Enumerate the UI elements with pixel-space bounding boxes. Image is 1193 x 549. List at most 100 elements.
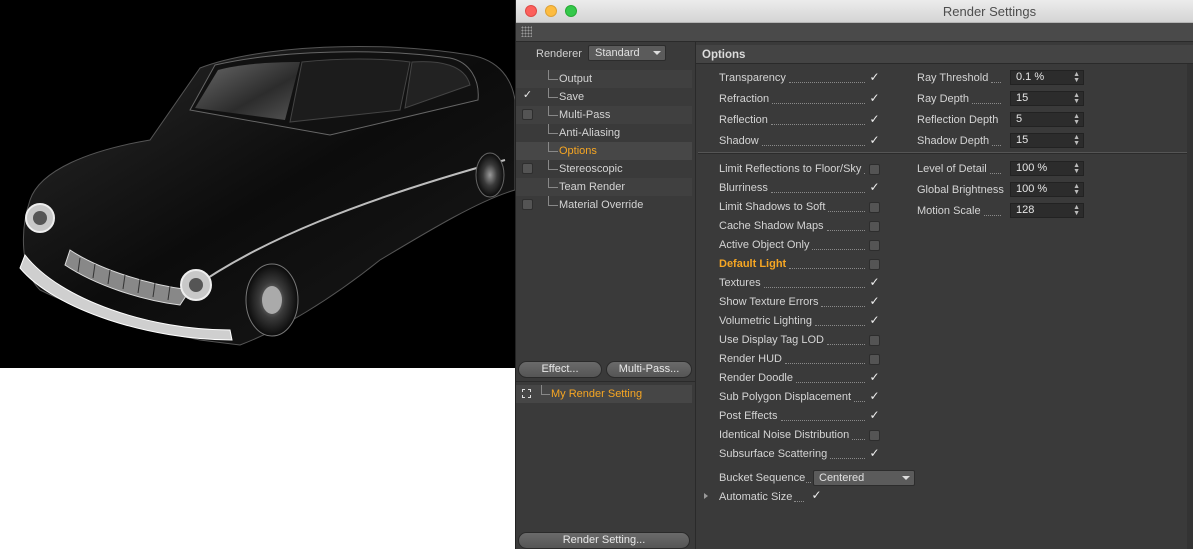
render-settings-window: Render Settings Renderer Standard Output… (515, 0, 1193, 549)
volumetric-lighting-checkbox[interactable]: ✓ (869, 314, 880, 327)
dot-leader (771, 123, 865, 125)
bucket-sequence-label: Bucket Sequence (719, 472, 806, 484)
shadow-checkbox[interactable]: ✓ (869, 134, 880, 147)
dot-leader (828, 210, 865, 212)
transparency-checkbox[interactable]: ✓ (869, 71, 880, 84)
dot-leader (827, 229, 865, 231)
tree-connector (548, 88, 558, 98)
ray-threshold-field[interactable]: 0.1 % ▲ ▼ (1010, 70, 1084, 85)
cache-shadow-maps-checkbox[interactable] (869, 221, 880, 232)
shadow-depth-field[interactable]: 15 ▲ ▼ (1010, 133, 1084, 148)
render-doodle-checkbox[interactable]: ✓ (869, 371, 880, 384)
render-setting-item[interactable]: My Render Setting (516, 385, 692, 403)
post-effects-label: Post Effects (719, 410, 778, 422)
stepper-arrows-icon[interactable]: ▲ ▼ (1073, 71, 1080, 84)
reflection-depth-field[interactable]: 5 ▲ ▼ (1010, 112, 1084, 127)
dot-leader (815, 324, 865, 326)
stepper-arrows-icon[interactable]: ▲ ▼ (1073, 183, 1080, 196)
chevron-down-icon (902, 476, 910, 480)
identical-noise-distribution-label: Identical Noise Distribution (719, 429, 850, 441)
options-header: Options (696, 45, 1193, 64)
render-hud-label: Render HUD (719, 353, 782, 365)
reflection-checkbox[interactable]: ✓ (869, 113, 880, 126)
divider (516, 381, 695, 382)
stepper-arrows-icon[interactable]: ▲ ▼ (1073, 204, 1080, 217)
dot-leader (990, 172, 1001, 174)
dot-leader (785, 362, 865, 364)
sidebar-item-checkbox[interactable] (522, 199, 533, 210)
stepper-arrows-icon[interactable]: ▲ ▼ (1073, 162, 1080, 175)
subsurface-scattering-checkbox[interactable]: ✓ (869, 447, 880, 460)
tree-connector (548, 124, 558, 134)
ray-threshold-value: 0.1 % (1016, 71, 1045, 83)
stepper-arrows-icon[interactable]: ▲ ▼ (1073, 113, 1080, 126)
sidebar-item-multi-pass[interactable]: Multi-Pass (516, 106, 692, 124)
dot-leader (762, 144, 865, 146)
effect-button[interactable]: Effect... (518, 361, 602, 378)
expand-arrow-icon[interactable] (704, 493, 708, 499)
stepper-arrows-icon[interactable]: ▲ ▼ (1073, 134, 1080, 147)
sidebar-item-checkbox[interactable]: ✓ (522, 90, 533, 102)
level-of-detail-label: Level of Detail (917, 163, 987, 175)
tree-connector (548, 106, 558, 116)
sidebar-item-label: Options (559, 145, 597, 157)
tree-connector (548, 178, 558, 188)
title-bar[interactable]: Render Settings (516, 0, 1193, 23)
dot-leader (794, 500, 804, 502)
ray-depth-value: 15 (1016, 92, 1029, 104)
sidebar-item-stereoscopic[interactable]: Stereoscopic (516, 160, 692, 178)
multi-pass-button[interactable]: Multi-Pass... (606, 361, 692, 378)
sidebar-item-team-render[interactable]: Team Render (516, 178, 692, 196)
tree-connector (548, 142, 558, 152)
level-of-detail-field[interactable]: 100 % ▲ ▼ (1010, 161, 1084, 176)
volumetric-lighting-label: Volumetric Lighting (719, 315, 812, 327)
limit-reflections-to-floor-sky-checkbox[interactable] (869, 164, 880, 175)
tree-connector (548, 70, 558, 80)
dot-leader (806, 481, 811, 483)
motion-scale-field[interactable]: 128 ▲ ▼ (1010, 203, 1084, 218)
sub-polygon-displacement-checkbox[interactable]: ✓ (869, 390, 880, 403)
dot-leader (830, 457, 865, 459)
textures-checkbox[interactable]: ✓ (869, 276, 880, 289)
sidebar-item-checkbox[interactable] (522, 109, 533, 120)
render-setting-button[interactable]: Render Setting... (518, 532, 690, 549)
blurriness-checkbox[interactable]: ✓ (869, 181, 880, 194)
render-preview (0, 0, 515, 368)
level-of-detail-value: 100 % (1016, 162, 1048, 174)
tool-strip (516, 23, 1193, 42)
active-object-only-checkbox[interactable] (869, 240, 880, 251)
renderer-select[interactable]: Standard (588, 45, 666, 61)
automatic-size-checkbox[interactable]: ✓ (811, 489, 822, 502)
ray-depth-field[interactable]: 15 ▲ ▼ (1010, 91, 1084, 106)
sidebar-item-checkbox[interactable] (522, 163, 533, 174)
sidebar-item-output[interactable]: Output (516, 70, 692, 88)
default-light-checkbox[interactable] (869, 259, 880, 270)
reflection-depth-value: 5 (1016, 113, 1023, 125)
limit-shadows-to-soft-checkbox[interactable] (869, 202, 880, 213)
sidebar-item-anti-aliasing[interactable]: Anti-Aliasing (516, 124, 692, 142)
sidebar-item-material-override[interactable]: Material Override (516, 196, 692, 214)
scrollbar[interactable] (1187, 64, 1193, 549)
refraction-checkbox[interactable]: ✓ (869, 92, 880, 105)
render-hud-checkbox[interactable] (869, 354, 880, 365)
global-brightness-value: 100 % (1016, 183, 1048, 195)
default-light-label: Default Light (719, 258, 787, 270)
dot-leader (789, 267, 865, 269)
use-display-tag-lod-checkbox[interactable] (869, 335, 880, 346)
sidebar-item-options[interactable]: Options (516, 142, 692, 160)
grip-icon[interactable] (521, 26, 532, 37)
sidebar-item-save[interactable]: ✓ Save (516, 88, 692, 106)
show-texture-errors-checkbox[interactable]: ✓ (869, 295, 880, 308)
sidebar-item-label: Save (559, 91, 585, 103)
dot-leader (984, 214, 1001, 216)
bucket-sequence-select[interactable]: Centered (813, 470, 915, 486)
stepper-arrows-icon[interactable]: ▲ ▼ (1073, 92, 1080, 105)
settings-sidebar: Renderer Standard Output ✓ Save Multi-Pass A… (516, 42, 696, 549)
sidebar-item-label: Output (559, 73, 593, 85)
dot-leader (812, 248, 865, 250)
identical-noise-distribution-checkbox[interactable] (869, 430, 880, 441)
post-effects-checkbox[interactable]: ✓ (869, 409, 880, 422)
dot-leader (781, 419, 865, 421)
global-brightness-field[interactable]: 100 % ▲ ▼ (1010, 182, 1084, 197)
sidebar-item-label: Team Render (559, 181, 626, 193)
